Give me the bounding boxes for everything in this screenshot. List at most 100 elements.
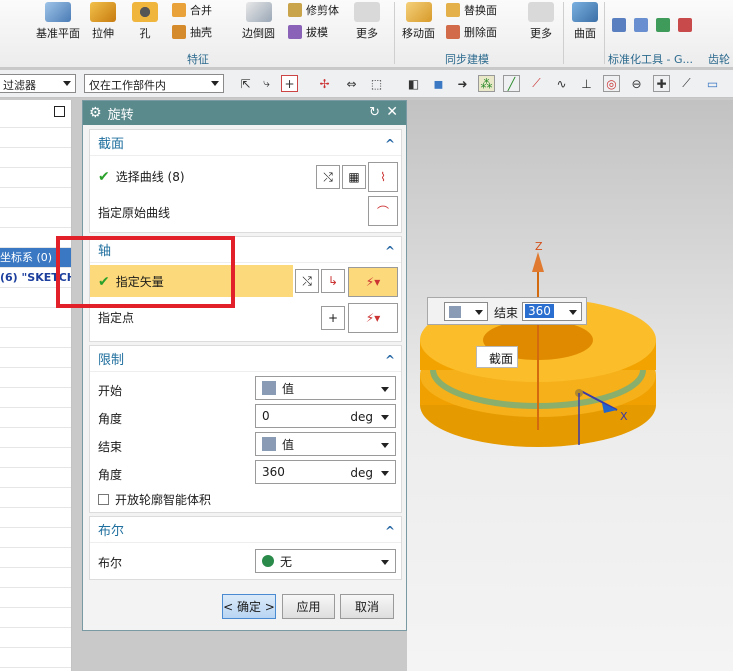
select-curve-row[interactable]: ✔ 选择曲线 (8) [98, 168, 185, 185]
draft-button[interactable]: 拔模 [288, 24, 328, 40]
cancel-button[interactable]: 取消 [340, 594, 394, 619]
chevron-up-icon[interactable]: ^ [385, 137, 395, 151]
curve-select-button[interactable]: ⌇ [368, 162, 398, 192]
gear-icon[interactable]: ⚙ [89, 105, 102, 121]
end-type-dropdown[interactable]: 值 [255, 432, 396, 456]
navigator-row[interactable] [0, 508, 71, 528]
navigator-row[interactable] [0, 168, 71, 188]
navigator-row[interactable] [0, 568, 71, 588]
add-icon[interactable]: + [281, 75, 298, 92]
boolean-dropdown[interactable]: 无 [255, 549, 396, 573]
start-type-dropdown[interactable]: 值 [255, 376, 396, 400]
navigator-row[interactable] [0, 488, 71, 508]
move-face-button[interactable]: 移动面 [402, 2, 435, 41]
open-profile-checkbox[interactable] [98, 494, 109, 505]
section-limits-header[interactable]: 限制 ^ [90, 346, 401, 372]
reverse-direction-button[interactable]: ⤭ [316, 165, 340, 189]
reverse-vector-button[interactable]: ⤭ [295, 269, 319, 293]
edge-blend-button[interactable]: 边倒圆 [242, 2, 275, 41]
chevron-up-icon[interactable]: ^ [385, 244, 395, 258]
tool-icon[interactable] [634, 18, 648, 32]
ok-button[interactable]: < 确定 > [222, 594, 276, 619]
navigator-row[interactable] [0, 628, 71, 648]
navigator-row[interactable] [0, 528, 71, 548]
chevron-up-icon[interactable]: ^ [385, 524, 395, 538]
vector-type-dropdown[interactable]: ⚡▾ [348, 267, 398, 297]
filter-combo[interactable]: 过滤器 [0, 74, 76, 93]
cross-icon[interactable]: ✚ [653, 75, 670, 92]
move-face-icon [405, 2, 432, 22]
delete-face-icon [446, 25, 460, 39]
model-view[interactable]: Z X [407, 100, 733, 671]
eraser-icon[interactable]: ◧ [405, 75, 422, 92]
arrow-right-icon[interactable]: ➜ [454, 75, 471, 92]
apply-button[interactable]: 应用 [282, 594, 335, 619]
midpoint-icon[interactable]: ⟋ [528, 75, 545, 92]
navigator-row[interactable] [0, 448, 71, 468]
datum-plane-button[interactable]: 基准平面 [36, 2, 80, 41]
floating-end-input[interactable]: 360 [522, 302, 582, 321]
snap-icon[interactable]: ⤷ [258, 75, 275, 92]
navigator-row[interactable] [0, 648, 71, 668]
navigator-row[interactable] [0, 608, 71, 628]
center-icon[interactable]: ◎ [603, 75, 620, 92]
navigator-row[interactable] [0, 348, 71, 368]
trim-body-button[interactable]: 修剪体 [288, 2, 339, 18]
close-icon[interactable]: ✕ [386, 104, 398, 120]
reset-icon[interactable]: ↻ [369, 105, 380, 120]
surface-button[interactable]: 曲面 [572, 2, 598, 41]
curve-icon[interactable]: ∿ [553, 75, 570, 92]
sketch-button[interactable]: ▦ [342, 165, 366, 189]
more-feature-button[interactable]: 更多 [354, 2, 380, 41]
snap-point-icon[interactable]: ✢ [316, 75, 333, 92]
navigator-row[interactable] [0, 428, 71, 448]
end-type-dropdown[interactable] [444, 302, 488, 321]
hole-button[interactable]: 孔 [132, 2, 158, 41]
shell-button[interactable]: 抽壳 [172, 24, 212, 40]
view-icon[interactable]: ▭ [704, 75, 721, 92]
line-snap-icon[interactable]: ╱ [503, 75, 520, 92]
chevron-up-icon[interactable]: ^ [385, 353, 395, 367]
snap-grid-icon[interactable]: ⁂ [478, 75, 495, 92]
vector-dialog-button[interactable]: ↳ [321, 269, 345, 293]
move-icon[interactable]: ⇔ [343, 75, 360, 92]
tangent-icon[interactable]: ⊥ [578, 75, 595, 92]
angle1-input[interactable]: 0 deg [255, 404, 396, 428]
tool-icon[interactable] [656, 18, 670, 32]
origin-curve-button[interactable]: ⌒ [368, 196, 398, 226]
navigator-row[interactable] [0, 188, 71, 208]
navigator-row[interactable] [0, 468, 71, 488]
navigator-row[interactable] [0, 208, 71, 228]
navigator-row[interactable] [0, 388, 71, 408]
unite-button[interactable]: 合并 [172, 2, 212, 18]
rectangle-select-icon[interactable]: ⬚ [368, 75, 385, 92]
tool-icon[interactable] [612, 18, 626, 32]
angle2-input[interactable]: 360 deg [255, 460, 396, 484]
cube-icon[interactable]: ◼ [430, 75, 447, 92]
navigator-row[interactable] [0, 128, 71, 148]
maximize-icon[interactable] [54, 106, 65, 117]
delete-face-button[interactable]: 删除面 [446, 24, 497, 40]
point-dialog-button[interactable]: + [321, 306, 345, 330]
section-profile-header[interactable]: 截面 ^ [90, 130, 401, 156]
navigator-row[interactable] [0, 548, 71, 568]
extrude-button[interactable]: 拉伸 [90, 2, 116, 41]
navigator-row[interactable] [0, 328, 71, 348]
select-icon[interactable]: ⇱ [237, 75, 254, 92]
hole-icon [132, 2, 158, 22]
navigator-row[interactable] [0, 368, 71, 388]
tool-icon[interactable] [678, 18, 692, 32]
open-profile-row[interactable]: 开放轮廓智能体积 [98, 491, 211, 508]
replace-face-button[interactable]: 替换面 [446, 2, 497, 18]
quadrant-icon[interactable]: ⊖ [628, 75, 645, 92]
point-type-dropdown[interactable]: ⚡▾ [348, 303, 398, 333]
more-sync-button[interactable]: 更多 [528, 2, 554, 41]
scope-combo[interactable]: 仅在工作部件内 [84, 74, 224, 93]
navigator-row[interactable] [0, 588, 71, 608]
navigator-row[interactable] [0, 408, 71, 428]
navigator-row[interactable] [0, 148, 71, 168]
graphics-viewport[interactable]: Z X 结束 360 截面 [407, 100, 733, 671]
navigator-row[interactable] [0, 308, 71, 328]
section-boolean-header[interactable]: 布尔 ^ [90, 517, 401, 543]
intersection-icon[interactable]: ⟋ [678, 75, 695, 92]
